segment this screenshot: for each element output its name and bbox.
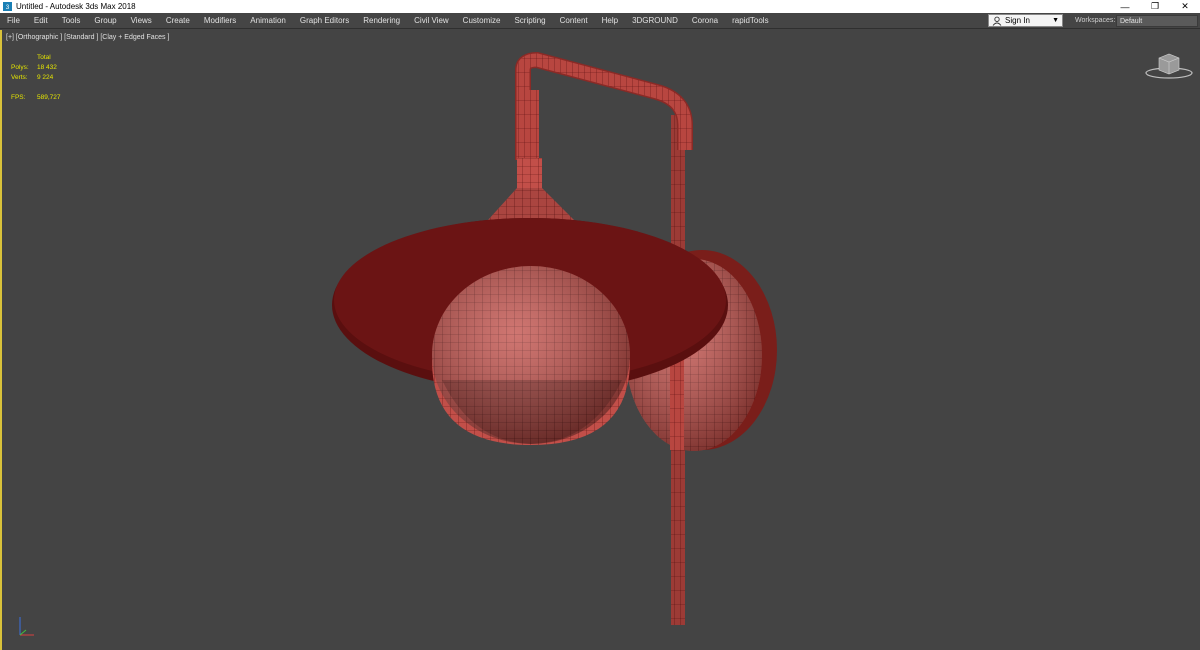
axis-tripod-icon [19, 617, 34, 636]
workspace-select[interactable]: Default [1116, 15, 1198, 27]
menu-3dground[interactable]: 3DGROUND [625, 13, 685, 29]
menu-customize[interactable]: Customize [456, 13, 508, 29]
menu-animation[interactable]: Animation [243, 13, 293, 29]
sign-in-dropdown[interactable]: Sign In ▼ [988, 14, 1063, 27]
svg-text:3: 3 [6, 4, 10, 11]
menu-edit[interactable]: Edit [27, 13, 55, 29]
stats-fps-row: FPS: 589,727 [11, 93, 61, 103]
viewport-statistics: Total Polys: 18 432 Verts: 9 224 FPS: 589,7… [11, 53, 61, 103]
title-bar: 3 Untitled - Autodesk 3ds Max 2018 — ❐ ✕ [0, 0, 1200, 13]
workspaces-label: Workspaces: [1075, 17, 1116, 24]
chevron-down-icon: ▼ [1052, 17, 1059, 24]
menu-rapidtools[interactable]: rapidTools [725, 13, 775, 29]
close-button[interactable]: ✕ [1170, 0, 1200, 13]
verts-label: Verts: [11, 74, 28, 81]
menu-tools[interactable]: Tools [55, 13, 88, 29]
viewport-label-menu[interactable]: [+] [Orthographic ] [Standard ] [Clay + … [6, 34, 169, 41]
window-title: Untitled - Autodesk 3ds Max 2018 [16, 2, 136, 11]
polys-value: 18 432 [37, 64, 57, 71]
menu-content[interactable]: Content [553, 13, 595, 29]
menu-file[interactable]: File [0, 13, 27, 29]
app-icon: 3 [3, 2, 12, 11]
menu-graph-editors[interactable]: Graph Editors [293, 13, 356, 29]
orthographic-viewport[interactable]: [+] [Orthographic ] [Standard ] [Clay + … [0, 30, 1200, 650]
stats-header: Total [37, 54, 51, 61]
stats-header-row: Total [11, 53, 61, 63]
fps-label: FPS: [11, 94, 26, 101]
menu-modifiers[interactable]: Modifiers [197, 13, 243, 29]
menu-group[interactable]: Group [87, 13, 123, 29]
stats-verts-row: Verts: 9 224 [11, 73, 61, 83]
menu-bar: File Edit Tools Group Views Create Modif… [0, 13, 1200, 29]
menu-civil-view[interactable]: Civil View [407, 13, 456, 29]
restore-button[interactable]: ❐ [1140, 0, 1170, 13]
menu-rendering[interactable]: Rendering [356, 13, 407, 29]
viewcube-icon[interactable] [1144, 48, 1194, 82]
user-icon [992, 16, 1002, 26]
menu-corona[interactable]: Corona [685, 13, 725, 29]
verts-value: 9 224 [37, 74, 54, 81]
menu-create[interactable]: Create [159, 13, 197, 29]
polys-label: Polys: [11, 64, 29, 71]
menu-help[interactable]: Help [595, 13, 625, 29]
fps-value: 589,727 [37, 94, 61, 101]
menu-views[interactable]: Views [124, 13, 159, 29]
stats-polys-row: Polys: 18 432 [11, 63, 61, 73]
sign-in-label: Sign In [1005, 16, 1030, 25]
minimize-button[interactable]: — [1110, 0, 1140, 13]
window-controls: — ❐ ✕ [1110, 0, 1200, 13]
wall-lamp-model [332, 51, 777, 625]
menu-scripting[interactable]: Scripting [507, 13, 552, 29]
